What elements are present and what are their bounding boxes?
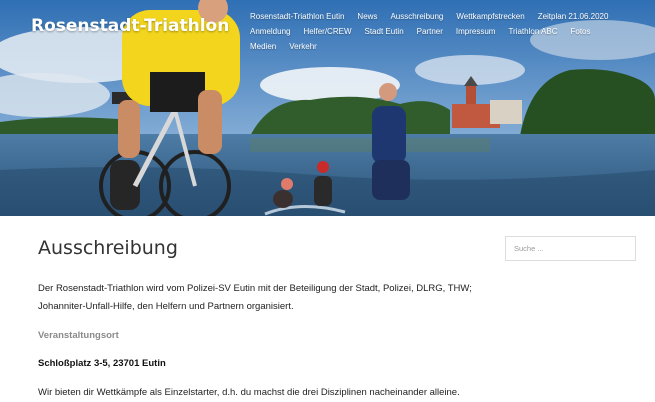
- nav-item-ausschreibung[interactable]: Ausschreibung: [390, 9, 443, 24]
- intro-paragraph: Der Rosenstadt-Triathlon wird vom Polize…: [38, 283, 472, 312]
- nav-item-wettkampfstrecken[interactable]: Wettkampfstrecken: [456, 9, 524, 24]
- nav-item-stadt-eutin[interactable]: Stadt Eutin: [365, 24, 404, 39]
- nav-item-zeitplan[interactable]: Zeitplan 21.06.2020: [538, 9, 609, 24]
- header-hero: Rosenstadt-Triathlon Rosenstadt-Triathlo…: [0, 0, 655, 216]
- nav-item-news[interactable]: News: [357, 9, 377, 24]
- search-input[interactable]: [505, 236, 636, 261]
- main-navigation: Rosenstadt-Triathlon Eutin News Ausschre…: [250, 9, 650, 54]
- nav-item-medien[interactable]: Medien: [250, 39, 276, 54]
- nav-item-partner[interactable]: Partner: [417, 24, 443, 39]
- nav-item-verkehr[interactable]: Verkehr: [289, 39, 317, 54]
- nav-item-helfer-crew[interactable]: Helfer/CREW: [303, 24, 351, 39]
- nav-item-fotos[interactable]: Fotos: [571, 24, 591, 39]
- page-title: Ausschreibung: [38, 237, 178, 259]
- nav-item-rosenstadt-triathlon-eutin[interactable]: Rosenstadt-Triathlon Eutin: [250, 9, 344, 24]
- venue-heading: Veranstaltungsort: [38, 330, 119, 341]
- nav-item-anmeldung[interactable]: Anmeldung: [250, 24, 290, 39]
- nav-item-impressum[interactable]: Impressum: [456, 24, 496, 39]
- nav-row: Rosenstadt-Triathlon Eutin News Ausschre…: [250, 9, 650, 24]
- nav-item-triathlon-abc[interactable]: Triathlon ABC: [508, 24, 557, 39]
- nav-row: Anmeldung Helfer/CREW Stadt Eutin Partne…: [250, 24, 650, 39]
- site-title-link[interactable]: Rosenstadt-Triathlon: [31, 16, 229, 36]
- offer-paragraph: Wir bieten dir Wettkämpfe als Einzelstar…: [38, 387, 460, 398]
- nav-row: Medien Verkehr: [250, 39, 650, 54]
- venue-address: Schloßplatz 3-5, 23701 Eutin: [38, 358, 166, 369]
